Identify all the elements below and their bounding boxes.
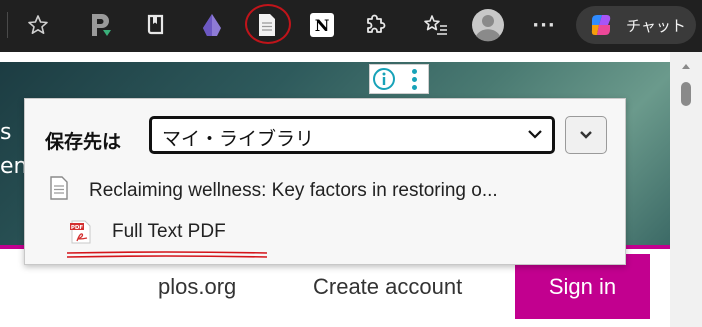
copilot-chat-button[interactable]: チャット xyxy=(576,6,696,44)
star-outline-icon[interactable] xyxy=(20,7,56,43)
profile-avatar-icon[interactable] xyxy=(470,7,506,43)
document-icon xyxy=(50,176,68,200)
pdf-file-icon: PDF xyxy=(70,220,91,244)
save-destination-label: 保存先は xyxy=(45,131,122,153)
favorites-list-icon[interactable] xyxy=(418,7,454,43)
kebab-menu-icon[interactable] xyxy=(400,65,428,93)
item-title: Reclaiming wellness: Key factors in rest… xyxy=(89,180,498,201)
more-label: ··· xyxy=(532,14,556,36)
hero-info-controls xyxy=(369,64,429,94)
notion-icon[interactable]: N xyxy=(304,7,340,43)
copilot-icon xyxy=(591,15,611,35)
attachment-label: Full Text PDF xyxy=(112,221,226,242)
info-icon[interactable] xyxy=(372,67,396,91)
more-icon[interactable]: ··· xyxy=(526,7,562,43)
p-extension-icon[interactable] xyxy=(82,7,118,43)
crystal-icon[interactable] xyxy=(194,7,230,43)
annotation-underline xyxy=(66,251,268,258)
pdf-badge-text: PDF xyxy=(71,225,84,231)
book-icon[interactable] xyxy=(138,7,174,43)
chevron-down-icon xyxy=(580,131,592,139)
scrollbar-thumb[interactable] xyxy=(681,82,691,106)
browser-toolbar: N ··· チャット xyxy=(0,0,702,52)
notion-letter: N xyxy=(314,15,330,35)
expand-collections-button[interactable] xyxy=(565,116,607,154)
save-to-zotero-popup: 保存先は マイ・ライブラリ Reclaiming wellness: Key f… xyxy=(24,98,626,265)
nav-link-create-account[interactable]: Create account xyxy=(313,274,462,300)
annotation-circle xyxy=(245,4,291,44)
nav-link-plos[interactable]: plos.org xyxy=(158,274,236,300)
copilot-label: チャット xyxy=(626,16,686,35)
toolbar-separator xyxy=(7,12,8,38)
chevron-down-icon xyxy=(528,130,542,139)
puzzle-icon[interactable] xyxy=(357,7,393,43)
hero-text-line1: s xyxy=(0,120,12,145)
collection-select-value: マイ・ライブラリ xyxy=(162,128,315,150)
scroll-up-arrow-icon[interactable] xyxy=(681,62,691,72)
collection-select[interactable]: マイ・ライブラリ xyxy=(149,116,555,154)
